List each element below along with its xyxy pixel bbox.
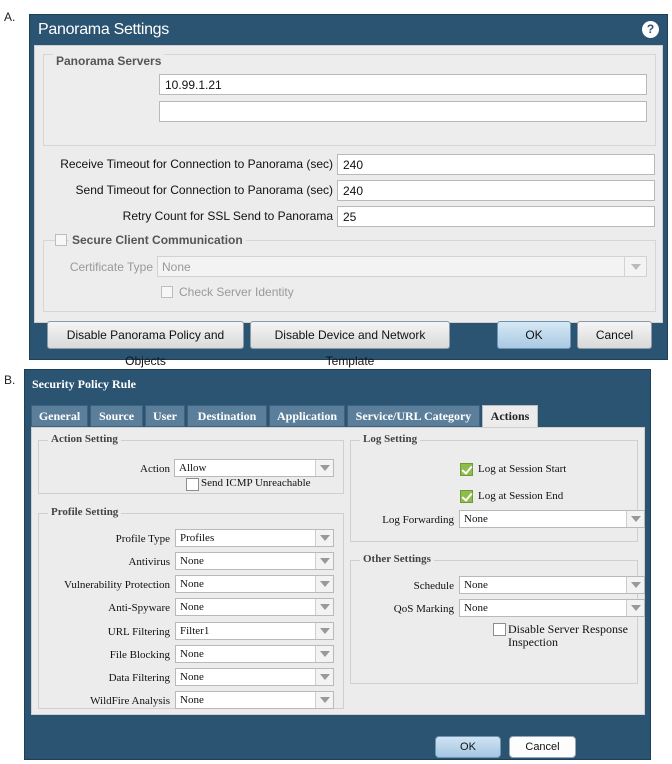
chevron-down-icon — [626, 511, 644, 527]
tab-source[interactable]: Source — [90, 405, 143, 427]
other-settings-legend: Other Settings — [360, 553, 434, 565]
chevron-down-icon — [315, 646, 333, 662]
qos-marking-label: QoS Marking — [393, 603, 454, 615]
retry-count-input[interactable]: 25 — [337, 206, 655, 227]
url-filtering-select[interactable]: Filter1 — [175, 622, 334, 640]
vulnerability-protection-select[interactable]: None — [175, 575, 334, 593]
cancel-button[interactable]: Cancel — [577, 321, 652, 349]
chevron-down-icon — [624, 257, 646, 276]
chevron-down-icon — [315, 623, 333, 639]
log-session-end-checkbox[interactable] — [460, 490, 473, 503]
check-server-identity-label: Check Server Identity — [179, 285, 294, 299]
security-policy-rule-dialog: Security Policy Rule General Source User… — [24, 369, 651, 760]
disable-device-template-button[interactable]: Disable Device and Network Template — [250, 321, 450, 368]
chevron-down-icon — [315, 460, 333, 476]
wildfire-analysis-label: WildFire Analysis — [90, 695, 170, 707]
schedule-value: None — [464, 579, 488, 591]
action-setting-legend: Action Setting — [48, 433, 121, 445]
disable-panorama-policy-button[interactable]: Disable Panorama Policy and Objects — [47, 321, 244, 368]
figure-label-b: B. — [4, 373, 16, 387]
vulnerability-protection-value: None — [180, 578, 204, 590]
profile-type-select[interactable]: Profiles — [175, 529, 334, 547]
send-icmp-label: Send ICMP Unreachable — [201, 477, 311, 489]
log-session-start-checkbox[interactable] — [460, 463, 473, 476]
dialog-body: Action Setting Action Allow Send ICMP Un… — [31, 427, 645, 715]
log-forwarding-value: None — [464, 513, 488, 525]
file-blocking-select[interactable]: None — [175, 645, 334, 663]
log-session-start-label: Log at Session Start — [478, 463, 567, 475]
disable-server-response-label-2: Inspection — [508, 635, 558, 649]
chevron-down-icon — [315, 692, 333, 708]
certificate-type-select: None — [157, 256, 647, 277]
log-forwarding-select[interactable]: None — [459, 510, 645, 528]
check-server-identity-checkbox — [161, 286, 173, 298]
chevron-down-icon — [315, 530, 333, 546]
data-filtering-value: None — [180, 671, 204, 683]
secure-client-checkbox[interactable] — [55, 234, 67, 246]
chevron-down-icon — [626, 600, 644, 616]
anti-spyware-value: None — [180, 601, 204, 613]
qos-marking-select[interactable]: None — [459, 599, 645, 617]
data-filtering-select[interactable]: None — [175, 668, 334, 686]
chevron-down-icon — [315, 669, 333, 685]
tab-actions[interactable]: Actions — [482, 405, 538, 429]
ok-button[interactable]: OK — [497, 321, 571, 349]
wildfire-analysis-value: None — [180, 694, 204, 706]
tab-general[interactable]: General — [31, 405, 88, 427]
anti-spyware-label: Anti-Spyware — [108, 602, 170, 614]
dialog-title: Panorama Settings — [38, 21, 169, 38]
certificate-type-label: Certificate Type — [69, 260, 153, 274]
profile-setting-legend: Profile Setting — [48, 506, 122, 518]
vulnerability-protection-label: Vulnerability Protection — [64, 579, 170, 591]
figure-label-a: A. — [4, 10, 16, 24]
panorama-settings-dialog: Panorama Settings ? Panorama Servers 10.… — [29, 14, 668, 368]
panorama-servers-legend: Panorama Servers — [53, 54, 165, 68]
ok-button[interactable]: OK — [435, 736, 501, 758]
tab-application[interactable]: Application — [269, 405, 345, 427]
profile-type-label: Profile Type — [115, 533, 170, 545]
tab-service-url-category[interactable]: Service/URL Category — [347, 405, 480, 427]
send-timeout-label: Send Timeout for Connection to Panorama … — [75, 183, 333, 197]
log-setting-legend: Log Setting — [360, 433, 421, 445]
url-filtering-label: URL Filtering — [107, 626, 170, 638]
action-label: Action — [140, 463, 170, 475]
wildfire-analysis-select[interactable]: None — [175, 691, 334, 709]
receive-timeout-input[interactable]: 240 — [337, 154, 655, 175]
help-icon[interactable]: ? — [642, 21, 659, 38]
dialog-body: Panorama Servers 10.99.1.21 Receive Time… — [34, 45, 663, 323]
secure-client-legend: Secure Client Communication — [69, 233, 246, 247]
cancel-button[interactable]: Cancel — [509, 736, 576, 758]
file-blocking-label: File Blocking — [109, 649, 170, 661]
log-forwarding-label: Log Forwarding — [382, 514, 454, 526]
send-timeout-input[interactable]: 240 — [337, 180, 655, 201]
antivirus-label: Antivirus — [128, 556, 170, 568]
schedule-label: Schedule — [413, 580, 454, 592]
qos-marking-value: None — [464, 602, 488, 614]
chevron-down-icon — [626, 577, 644, 593]
url-filtering-value: Filter1 — [180, 625, 210, 637]
log-session-end-label: Log at Session End — [478, 490, 564, 502]
dialog-title: Security Policy Rule — [32, 377, 136, 391]
tab-user[interactable]: User — [145, 405, 185, 427]
panorama-server-2-input[interactable] — [159, 101, 647, 122]
action-select[interactable]: Allow — [174, 459, 334, 477]
disable-server-response-checkbox[interactable] — [493, 623, 506, 636]
data-filtering-label: Data Filtering — [108, 672, 170, 684]
certificate-type-value: None — [162, 260, 191, 274]
chevron-down-icon — [315, 599, 333, 615]
chevron-down-icon — [315, 576, 333, 592]
file-blocking-value: None — [180, 648, 204, 660]
retry-count-label: Retry Count for SSL Send to Panorama — [122, 209, 333, 223]
send-icmp-checkbox[interactable] — [186, 478, 199, 491]
schedule-select[interactable]: None — [459, 576, 645, 594]
chevron-down-icon — [315, 553, 333, 569]
tab-destination[interactable]: Destination — [187, 405, 267, 427]
action-value: Allow — [179, 462, 207, 474]
profile-type-value: Profiles — [180, 532, 215, 544]
receive-timeout-label: Receive Timeout for Connection to Panora… — [60, 157, 333, 171]
antivirus-select[interactable]: None — [175, 552, 334, 570]
antivirus-value: None — [180, 555, 204, 567]
panorama-server-1-input[interactable]: 10.99.1.21 — [159, 74, 647, 95]
anti-spyware-select[interactable]: None — [175, 598, 334, 616]
